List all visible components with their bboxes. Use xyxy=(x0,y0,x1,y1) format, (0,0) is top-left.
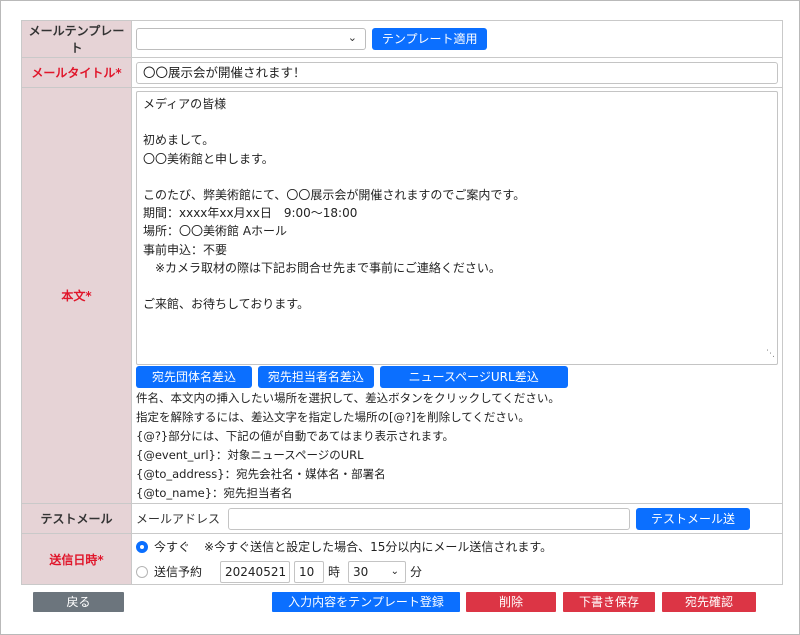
title-row: メールタイトル* 〇〇展示会が開催されます！ xyxy=(21,57,783,88)
insert-person-name-button[interactable]: 宛先担当者名差込 xyxy=(257,366,374,388)
page-frame: メールテンプレート ⌄ テンプレート適用 メールタイトル* 〇〇展示会が開催され… xyxy=(0,0,800,635)
send-now-note: ※今すぐ送信と設定した場合、15分以内にメール送信されます。 xyxy=(204,540,553,554)
mail-form: メールテンプレート ⌄ テンプレート適用 メールタイトル* 〇〇展示会が開催され… xyxy=(21,20,783,585)
template-apply-button[interactable]: テンプレート適用 xyxy=(371,28,488,50)
template-cell: ⌄ テンプレート適用 xyxy=(131,20,783,58)
template-row: メールテンプレート ⌄ テンプレート適用 xyxy=(21,20,783,58)
send-datetime-row: 送信日時* 今すぐ ※今すぐ送信と設定した場合、15分以内にメール送信されます。… xyxy=(21,533,783,585)
confirm-recipients-button[interactable]: 宛先確認 xyxy=(662,592,756,612)
template-label: メールテンプレート xyxy=(21,20,132,58)
test-mail-controls: メールアドレス テストメール送信 xyxy=(136,507,778,548)
send-scheduled-line: 送信予約 20240521 10 時 30 ⌄ 分 xyxy=(136,560,778,583)
send-now-label: 今すぐ xyxy=(154,540,191,554)
send-datetime-label: 送信日時* xyxy=(21,533,132,585)
template-select[interactable]: ⌄ xyxy=(136,28,366,50)
body-textarea[interactable]: メディアの皆様 初めまして。 〇〇美術館と申します。 このたび、弊美術館にて、〇… xyxy=(136,91,778,365)
schedule-minute-select[interactable]: 30 ⌄ xyxy=(348,560,407,583)
test-address-input[interactable] xyxy=(228,507,631,530)
help-line: {@event_url}：対象ニュースページのURL xyxy=(136,448,364,462)
test-address-label: メールアドレス xyxy=(136,512,221,526)
test-mail-label: テストメール xyxy=(21,503,132,534)
body-text: メディアの皆様 初めまして。 〇〇美術館と申します。 このたび、弊美術館にて、〇… xyxy=(143,97,526,312)
send-now-radio[interactable] xyxy=(136,540,148,553)
title-input[interactable]: 〇〇展示会が開催されます！ xyxy=(136,61,778,84)
minute-unit: 分 xyxy=(410,565,423,579)
help-line: {@?}部分には、下記の値が自動であてはまり表示されます。 xyxy=(136,429,455,443)
test-mail-cell: メールアドレス テストメール送信 xyxy=(131,503,783,548)
title-label: メールタイトル* xyxy=(21,57,132,88)
chevron-down-icon: ⌄ xyxy=(347,31,357,44)
title-cell: 〇〇展示会が開催されます！ xyxy=(131,57,783,88)
help-line: 指定を解除するには、差込文字を指定した場所の[@?]を削除してください。 xyxy=(136,410,530,424)
delete-button[interactable]: 削除 xyxy=(466,592,556,612)
insert-buttons: 宛先団体名差込 宛先担当者名差込 ニュースページURL差込 xyxy=(136,366,778,388)
body-row: 本文* メディアの皆様 初めまして。 〇〇美術館と申します。 このたび、弊美術館… xyxy=(21,87,783,504)
insert-news-url-button[interactable]: ニュースページURL差込 xyxy=(379,366,568,388)
help-line: {@to_name}：宛先担当者名 xyxy=(136,486,293,500)
test-send-button[interactable]: テストメール送信 xyxy=(636,507,751,548)
chevron-down-icon: ⌄ xyxy=(390,565,400,577)
help-line: 件名、本文内の挿入したい場所を選択して、差込ボタンをクリックしてください。 xyxy=(136,391,560,405)
resize-grip-icon[interactable]: ⋱ xyxy=(766,345,775,363)
send-scheduled-radio[interactable] xyxy=(136,565,148,578)
test-mail-row: テストメール メールアドレス テストメール送信 xyxy=(21,503,783,548)
send-datetime-cell: 今すぐ ※今すぐ送信と設定した場合、15分以内にメール送信されます。 送信予約 … xyxy=(131,533,783,585)
schedule-hour-input[interactable]: 10 xyxy=(294,560,325,583)
insert-help: 件名、本文内の挿入したい場所を選択して、差込ボタンをクリックしてください。 指定… xyxy=(136,389,778,503)
send-scheduled-label: 送信予約 xyxy=(154,565,203,579)
action-bar: 戻る 入力内容をテンプレート登録 削除 下書き保存 宛先確認 xyxy=(1,592,800,612)
register-template-button[interactable]: 入力内容をテンプレート登録 xyxy=(272,592,460,612)
back-button[interactable]: 戻る xyxy=(33,592,124,612)
insert-org-name-button[interactable]: 宛先団体名差込 xyxy=(136,366,252,388)
save-draft-button[interactable]: 下書き保存 xyxy=(563,592,655,612)
schedule-date-input[interactable]: 20240521 xyxy=(220,560,291,583)
body-label: 本文* xyxy=(21,87,132,504)
hour-unit: 時 xyxy=(328,565,341,579)
schedule-minute-value: 30 xyxy=(353,564,369,579)
send-now-line: 今すぐ ※今すぐ送信と設定した場合、15分以内にメール送信されます。 xyxy=(136,536,778,558)
help-line: {@to_address}：宛先会社名・媒体名・部署名 xyxy=(136,467,386,481)
body-cell: メディアの皆様 初めまして。 〇〇美術館と申します。 このたび、弊美術館にて、〇… xyxy=(131,87,783,504)
